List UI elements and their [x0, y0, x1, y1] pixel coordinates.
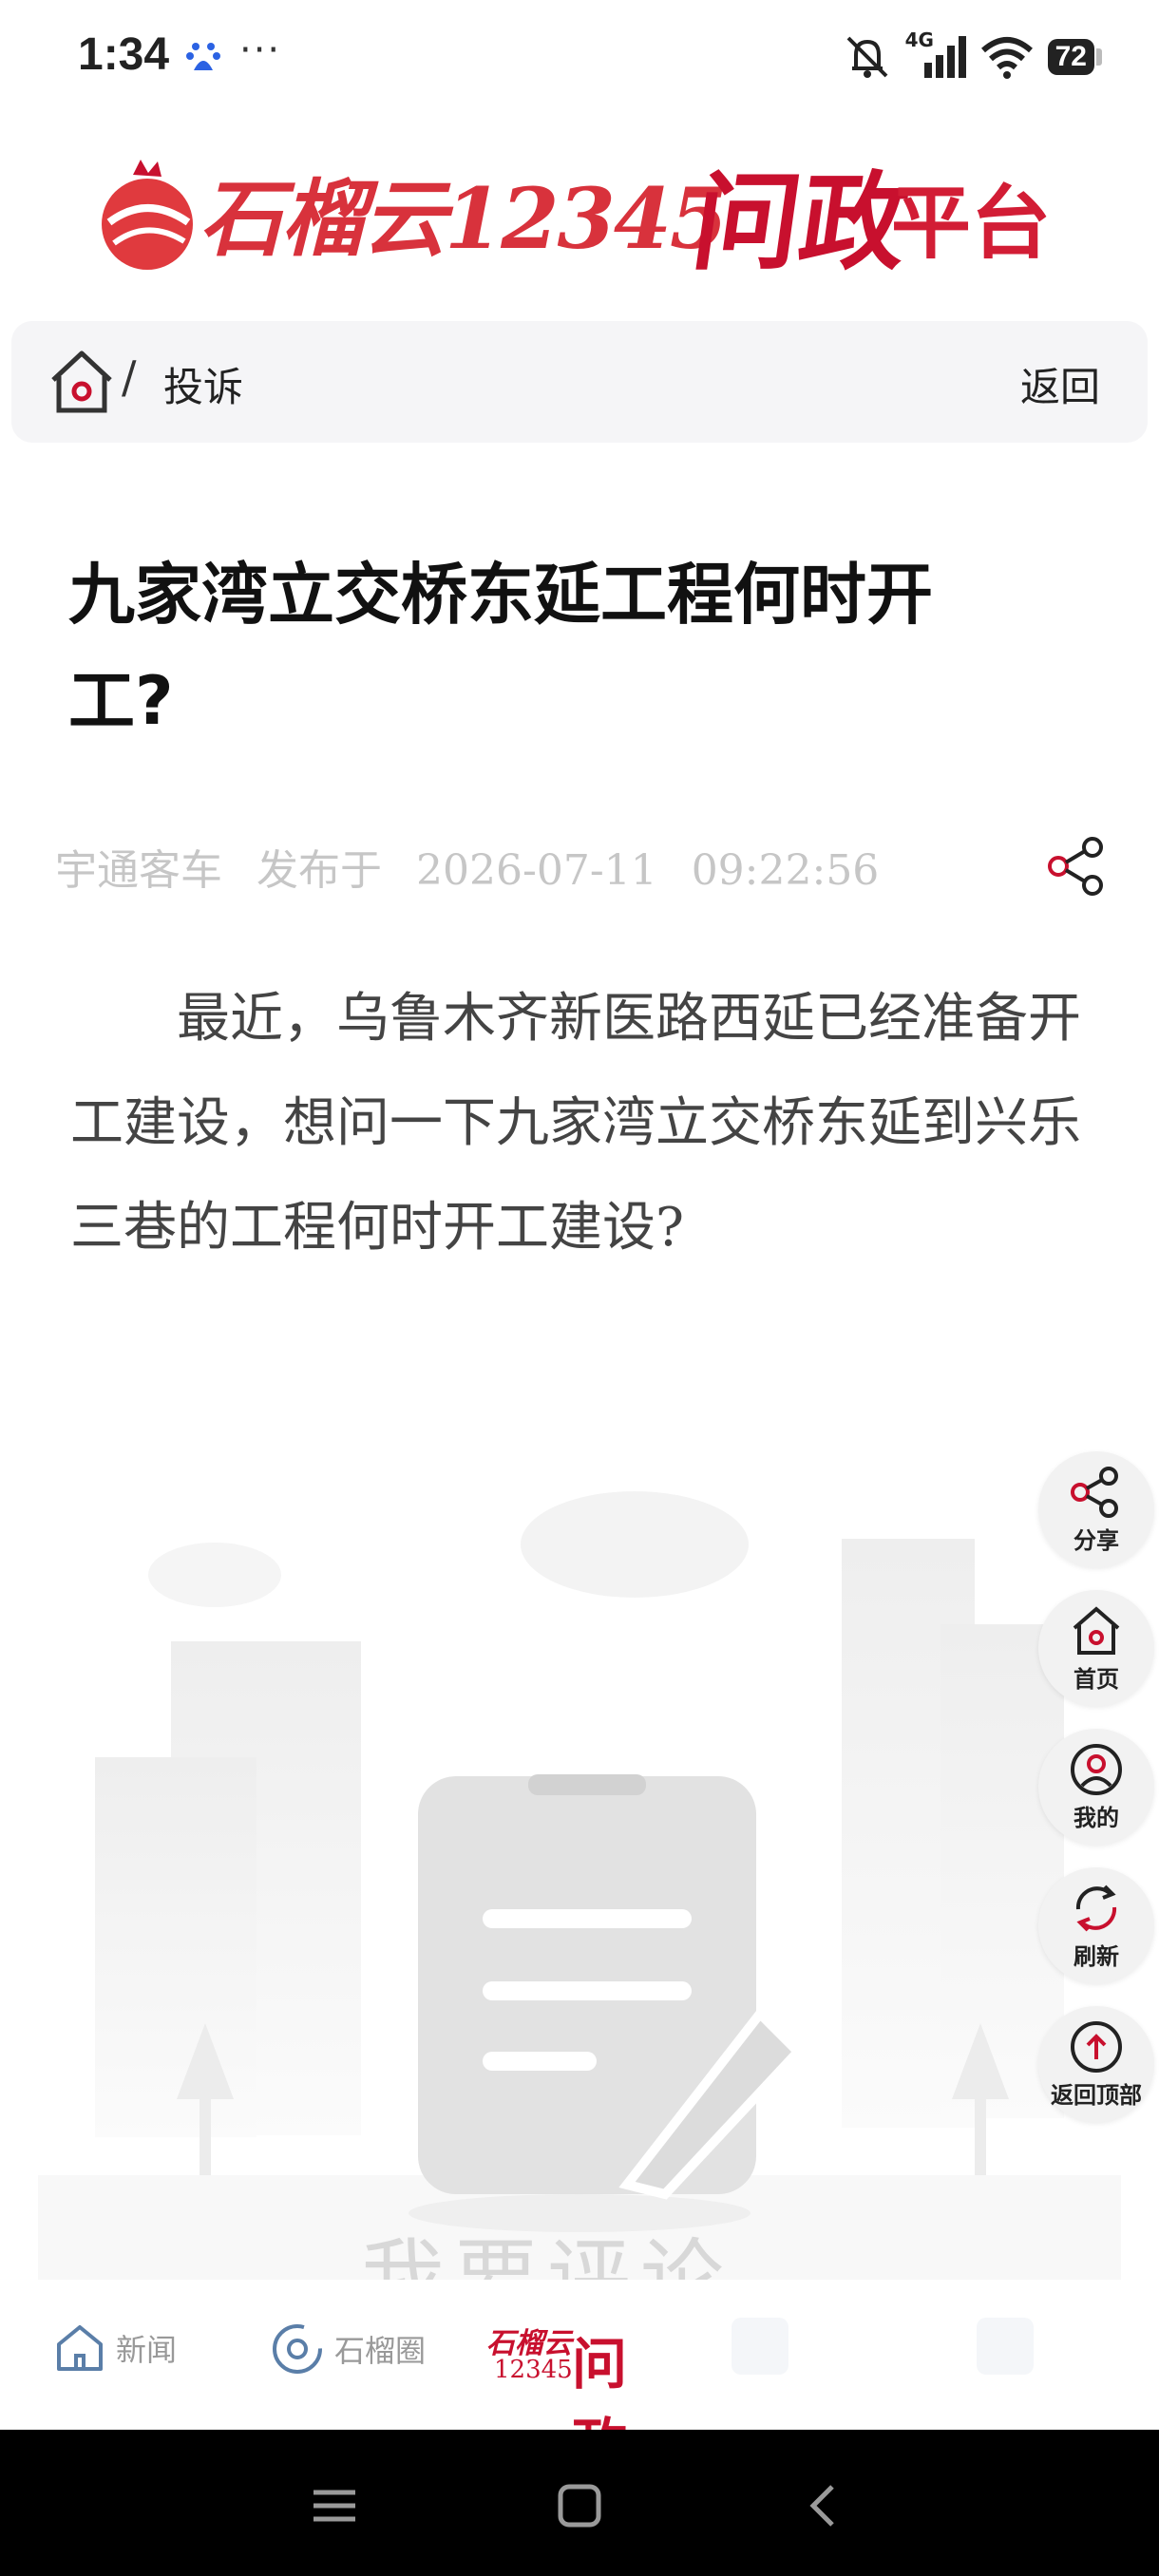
platform-logo: 石榴云12345 问政 平台 — [95, 142, 1064, 285]
status-bar: 1:34 ··· 4G 72 — [0, 0, 1159, 114]
share-icon — [1071, 1466, 1118, 1518]
tab-placeholder-2[interactable] — [977, 2318, 1034, 2375]
home-outline-icon — [57, 2325, 103, 2371]
tab-placeholder-1[interactable] — [732, 2318, 788, 2375]
baidu-icon — [186, 43, 220, 70]
float-refresh-button[interactable]: 刷新 — [1038, 1867, 1154, 1983]
notification-dots: ··· — [239, 28, 282, 72]
float-top-label: 返回顶部 — [1051, 2081, 1142, 2109]
tab-news[interactable]: 新闻 — [53, 2321, 177, 2375]
breadcrumb-separator: / — [122, 351, 137, 403]
float-top-button[interactable]: 返回顶部 — [1038, 2006, 1154, 2122]
float-home-label: 首页 — [1074, 1665, 1119, 1693]
back-arrow-icon[interactable] — [796, 2477, 853, 2534]
mute-icon — [846, 36, 888, 78]
breadcrumb-current: 投诉 — [163, 364, 244, 410]
article-title: 九家湾立交桥东延工程何时开工? — [68, 556, 933, 740]
breadcrumb: / 投诉 返回 — [11, 321, 1148, 443]
user-icon — [1071, 1743, 1122, 1795]
battery-icon: 72 — [1047, 39, 1102, 75]
refresh-icon — [1075, 1885, 1117, 1931]
float-mine-button[interactable]: 我的 — [1038, 1729, 1154, 1845]
float-refresh-label: 刷新 — [1074, 1942, 1119, 1970]
menu-icon[interactable] — [306, 2477, 363, 2534]
float-share-label: 分享 — [1074, 1526, 1119, 1554]
signal-icon: 4G — [905, 28, 966, 80]
article-date: 2026-07-11 — [416, 846, 657, 895]
battery-tip — [1096, 48, 1102, 66]
battery-level: 72 — [1047, 39, 1094, 75]
tab-wenzheng[interactable]: 石榴云 12345 问政 — [486, 2318, 676, 2476]
home-square-icon[interactable] — [551, 2477, 608, 2534]
wifi-icon — [980, 37, 1033, 79]
status-icons: 4G 72 — [843, 28, 1102, 80]
pomegranate-logo-icon — [102, 160, 193, 270]
float-share-button[interactable]: 分享 — [1038, 1451, 1154, 1567]
bottom-tab-bar: 新闻 石榴圈 石榴云 12345 问政 — [0, 2280, 1159, 2476]
home-icon — [1073, 1605, 1120, 1655]
published-label: 发布于 — [256, 846, 382, 895]
empty-comments-illustration — [38, 1491, 1121, 2280]
article-meta: 宇通客车 发布于 2026-07-11 09:22:56 — [55, 836, 900, 897]
tab-news-label: 新闻 — [116, 2332, 178, 2368]
back-button[interactable]: 返回 — [1020, 355, 1100, 413]
float-mine-label: 我的 — [1074, 1804, 1119, 1831]
logo-brand-text: 石榴云12345 — [200, 169, 728, 268]
system-navigation-bar — [0, 2430, 1159, 2576]
logo-highlight-text: 问政 — [685, 161, 916, 285]
article-author: 宇通客车 — [55, 846, 222, 895]
article-body: 最近，乌鲁木齐新医路西延已经准备开工建设，想问一下九家湾立交桥东延到兴乐三巷的工… — [70, 988, 1081, 1259]
tab-circle-label: 石榴圈 — [334, 2333, 427, 2369]
logo-suffix-text: 平台 — [891, 177, 1052, 270]
status-time: 1:34 — [78, 29, 170, 80]
article-time: 09:22:56 — [691, 846, 880, 895]
arrow-up-icon — [1071, 2020, 1122, 2073]
float-home-button[interactable]: 首页 — [1038, 1590, 1154, 1706]
share-icon[interactable] — [1045, 834, 1110, 899]
home-icon[interactable] — [44, 344, 120, 420]
tab-circle[interactable]: 石榴圈 — [270, 2321, 426, 2377]
circle-icon — [273, 2324, 322, 2374]
tab-active-number: 12345 — [494, 2356, 573, 2384]
